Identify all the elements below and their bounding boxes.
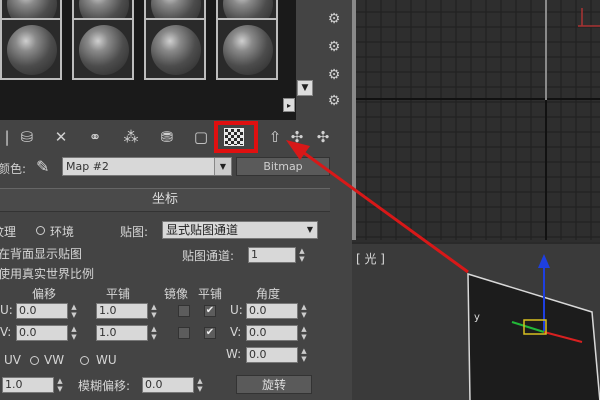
highlight-box [214, 121, 258, 153]
sample-slots-area [0, 0, 296, 120]
material-editor-panel: ⚙ ⚙ ⚙ ⚙ ▼ ▸ | ⛁ ✕ ⚭ ⁂ ⛃ ▢ ⇧ ✣ ✣ 颜色: ✎ Ma… [0, 0, 352, 400]
sample-uv-icon[interactable]: ⚙ [323, 66, 345, 84]
blur-offset-spinner[interactable]: ▲ ▼ [196, 377, 204, 393]
scene-svg: y [467, 254, 600, 400]
material-toolbar: | ⛁ ✕ ⚭ ⁂ ⛃ ▢ ⇧ ✣ ✣ [0, 120, 352, 154]
unique-icon[interactable]: ⁂ [120, 127, 142, 147]
material-sphere [151, 25, 201, 75]
v-mirror-checkbox[interactable] [178, 327, 190, 339]
map-row: 颜色: ✎ Map #2 ▼ Bitmap [0, 155, 352, 181]
top-viewport[interactable] [352, 0, 600, 240]
put-library-icon[interactable]: ⛃ [156, 127, 178, 147]
sample-slot[interactable] [144, 18, 206, 80]
mapping-select[interactable]: 显式贴图通道 ▼ [162, 221, 318, 239]
coordinates-rollout: 坐标 纹理 环境 贴图: 显式贴图通道 ▼ 在背面显示贴图 贴图通道: 1 ▲▼… [0, 188, 330, 400]
v-offset-field[interactable]: 0.0 [16, 325, 68, 341]
viewport-grid [356, 0, 600, 240]
u-angle-field[interactable]: 0.0 [246, 303, 298, 319]
map-channel-spinner[interactable]: ▲ ▼ [298, 247, 306, 263]
v-label: V: [0, 325, 12, 339]
go-parent-icon[interactable]: ✣ [286, 127, 308, 147]
environ-option-label: 环境 [50, 225, 75, 239]
delete-icon[interactable]: ✕ [50, 127, 72, 147]
map-channel-label: 贴图通道: [182, 249, 235, 263]
map-channel-field[interactable]: 1 [248, 247, 296, 263]
show-end-result-icon[interactable]: ⇧ [264, 127, 286, 147]
vw-option-label: VW [44, 353, 65, 367]
texture-option-label: 纹理 [0, 225, 17, 239]
offset-header: 偏移 [32, 287, 57, 301]
options-icon[interactable]: ⚙ [323, 92, 345, 110]
z-arrow [538, 254, 550, 268]
sample-slot[interactable] [72, 18, 134, 80]
copy-material-icon[interactable]: ⚭ [84, 127, 106, 147]
wu-option-label: WU [96, 353, 117, 367]
show-map-on-back-label: 在背面显示贴图 [0, 247, 83, 261]
v-tiling-spinner[interactable]: ▲ ▼ [150, 325, 158, 341]
v-angle-label: V: [230, 325, 242, 339]
plane-object [467, 272, 600, 400]
sample-slot[interactable] [216, 18, 278, 80]
backlight-icon[interactable]: ⚙ [323, 10, 345, 28]
u-label: U: [0, 303, 13, 317]
u-offset-field[interactable]: 0.0 [16, 303, 68, 319]
u-tiling-field[interactable]: 1.0 [96, 303, 148, 319]
map-type-button[interactable]: Bitmap [236, 157, 330, 176]
v-tiling-field[interactable]: 1.0 [96, 325, 148, 341]
u-angle-label: U: [230, 303, 243, 317]
eyedropper-icon[interactable]: ✎ [36, 157, 49, 176]
v-angle-spinner[interactable]: ▲ ▼ [300, 325, 308, 341]
sample-type-dropdown[interactable]: ▼ [297, 80, 313, 96]
axis-label-y: y [474, 312, 480, 323]
side-toolbar: ⚙ ⚙ ⚙ ⚙ [318, 0, 352, 120]
tiling-header: 平铺 [106, 287, 131, 301]
u-offset-spinner[interactable]: ▲ ▼ [70, 303, 78, 319]
w-angle-label: W: [226, 347, 242, 361]
u-angle-spinner[interactable]: ▲ ▼ [300, 303, 308, 319]
wu-radio[interactable] [80, 356, 89, 365]
v-tile-checkbox[interactable]: ✔ [204, 327, 216, 339]
map-name-value: Map #2 [66, 160, 109, 173]
material-id-icon[interactable]: ▢ [190, 127, 212, 147]
material-sphere [223, 25, 273, 75]
material-sphere [7, 25, 57, 75]
v-offset-spinner[interactable]: ▲ ▼ [70, 325, 78, 341]
uv-option-label: UV [4, 353, 21, 367]
real-world-scale-label: 使用真实世界比例 [0, 267, 95, 281]
u-tiling-spinner[interactable]: ▲ ▼ [150, 303, 158, 319]
mapping-label: 贴图: [120, 225, 149, 239]
map-name-field[interactable]: Map #2 ▼ [62, 157, 232, 176]
go-sibling-icon[interactable]: ✣ [312, 127, 334, 147]
v-angle-field[interactable]: 0.0 [246, 325, 298, 341]
background-icon[interactable]: ⚙ [323, 38, 345, 56]
viewport-area: [ 光 ] y [352, 0, 600, 400]
blur-offset-label: 模糊偏移: [78, 379, 131, 393]
mirror-header: 镜像 [164, 287, 189, 301]
angle-header: 角度 [256, 287, 281, 301]
blur-field[interactable]: 1.0 [2, 377, 54, 393]
assign-material-icon[interactable]: ⛁ [16, 127, 38, 147]
u-mirror-checkbox[interactable] [178, 305, 190, 317]
tile-header: 平铺 [198, 287, 223, 301]
vw-radio[interactable] [30, 356, 39, 365]
chevron-down-icon: ▼ [306, 225, 314, 234]
material-sphere [79, 25, 129, 75]
w-angle-field[interactable]: 0.0 [246, 347, 298, 363]
chevron-down-icon[interactable]: ▼ [214, 158, 231, 175]
rotate-button[interactable]: 旋转 [236, 375, 312, 394]
map-label: 颜色: [0, 162, 27, 176]
w-angle-spinner[interactable]: ▲ ▼ [300, 347, 308, 363]
mapping-value: 显式贴图通道 [166, 223, 239, 237]
blur-offset-field[interactable]: 0.0 [142, 377, 194, 393]
sample-slot[interactable] [0, 18, 62, 80]
rollout-title[interactable]: 坐标 [0, 189, 330, 212]
scroll-right-button[interactable]: ▸ [283, 98, 295, 112]
environ-radio[interactable] [36, 226, 45, 235]
blur-spinner[interactable]: ▲ ▼ [56, 377, 64, 393]
u-tile-checkbox[interactable]: ✔ [204, 305, 216, 317]
perspective-viewport[interactable]: [ 光 ] y [352, 242, 600, 400]
